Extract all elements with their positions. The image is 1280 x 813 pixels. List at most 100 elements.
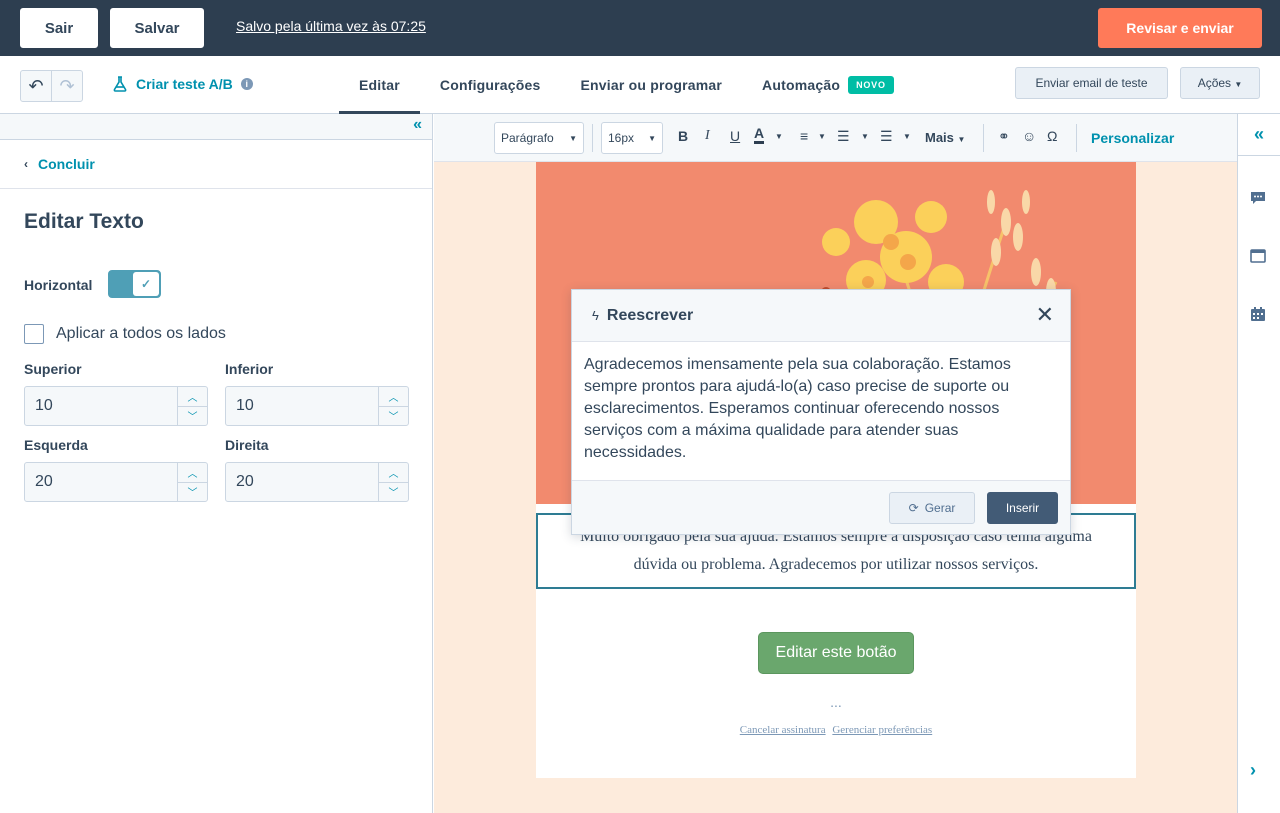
caret-down-icon[interactable]: ▼	[903, 132, 911, 141]
horizontal-toggle[interactable]: ✓	[108, 270, 161, 298]
apply-all-sides-label: Aplicar a todos os lados	[56, 325, 226, 342]
horizontal-label: Horizontal	[24, 277, 93, 293]
caret-down-icon[interactable]: ▼	[818, 132, 826, 141]
actions-dropdown-button[interactable]: Ações ▼	[1180, 67, 1260, 99]
panel-collapse-row: «	[0, 114, 432, 140]
emoji-icon[interactable]: ☺	[1022, 128, 1036, 144]
rewrite-dialog: ϟ Reescrever ✕ Agradecemos imensamente p…	[571, 289, 1071, 535]
tab-automation-label: Automação	[762, 77, 841, 93]
tab-settings[interactable]: Configurações	[420, 56, 561, 114]
panel-title: Editar Texto	[24, 210, 144, 233]
generate-button[interactable]: ⟳ Gerar	[889, 492, 975, 524]
bold-icon[interactable]: B	[678, 128, 688, 144]
left-padding-value[interactable]: 20	[25, 463, 177, 501]
rewrite-dialog-title: Reescrever	[606, 306, 694, 324]
browser-preview-icon[interactable]	[1250, 248, 1266, 264]
top-padding-input[interactable]: 10 ︿ ﹀	[24, 386, 208, 426]
top-bar: Sair Salvar Salvo pela última vez às 07:…	[0, 0, 1280, 56]
personalize-button[interactable]: Personalizar	[1091, 130, 1174, 146]
info-icon[interactable]: i	[240, 78, 253, 90]
caret-down-icon: ▼	[648, 133, 656, 143]
comment-icon[interactable]	[1250, 190, 1266, 206]
email-cta-button[interactable]: Editar este botão	[758, 632, 914, 674]
tab-send-schedule[interactable]: Enviar ou programar	[561, 56, 743, 114]
exit-button[interactable]: Sair	[20, 8, 98, 48]
more-menu[interactable]: Mais ▼	[925, 130, 965, 145]
caret-down-icon[interactable]: ▼	[861, 132, 869, 141]
toolbar-divider	[592, 124, 593, 152]
tab-automation[interactable]: Automação NOVO	[742, 56, 914, 114]
apply-all-sides-checkbox[interactable]	[24, 324, 44, 344]
rich-text-toolbar: Parágrafo ▼ 16px ▼ B I U A ▼ ≡ ▼ ☰ ▼ ☰ ▼ M…	[434, 114, 1237, 162]
left-padding-label: Esquerda	[24, 437, 88, 453]
left-padding-stepper: ︿ ﹀	[177, 463, 207, 501]
apply-all-sides-row: Aplicar a todos os lados	[24, 324, 226, 344]
link-icon[interactable]: ⚭	[998, 128, 1010, 145]
edit-text-panel: « ‹ Concluir Editar Texto Horizontal ✓ A…	[0, 114, 433, 813]
toolbar-divider	[983, 124, 984, 152]
bottom-padding-stepper: ︿ ﹀	[378, 387, 408, 425]
caret-down-icon[interactable]: ▼	[775, 132, 783, 141]
check-icon: ✓	[133, 272, 159, 296]
collapse-panel-icon[interactable]: «	[413, 116, 422, 134]
align-icon[interactable]: ≡	[800, 128, 808, 144]
done-label: Concluir	[38, 156, 95, 172]
actions-label: Ações	[1197, 76, 1232, 90]
caret-down-icon: ▼	[957, 135, 966, 144]
close-icon[interactable]: ✕	[1036, 304, 1054, 326]
ab-test-link[interactable]: Criar teste A/B i	[112, 76, 253, 92]
text-color-icon[interactable]: A	[754, 125, 765, 144]
generate-label: Gerar	[924, 501, 956, 515]
font-size-select[interactable]: 16px ▼	[601, 122, 663, 154]
numbered-list-icon[interactable]: ☰	[880, 128, 893, 145]
rewrite-dialog-header: ϟ Reescrever ✕	[572, 290, 1070, 342]
chevron-down-icon[interactable]: ﹀	[178, 407, 207, 426]
left-padding-input[interactable]: 20 ︿ ﹀	[24, 462, 208, 502]
save-button[interactable]: Salvar	[110, 8, 204, 48]
block-type-select[interactable]: Parágrafo ▼	[494, 122, 584, 154]
ab-test-label: Criar teste A/B	[136, 76, 233, 92]
rewrite-suggestion-text[interactable]: Agradecemos imensamente pela sua colabor…	[572, 342, 1070, 482]
chevron-up-icon[interactable]: ︿	[379, 463, 408, 483]
underline-icon[interactable]: U	[730, 128, 740, 144]
tab-edit[interactable]: Editar	[339, 56, 420, 114]
right-padding-label: Direita	[225, 437, 269, 453]
chevron-down-icon[interactable]: ﹀	[178, 483, 207, 502]
insert-button[interactable]: Inserir	[987, 492, 1058, 524]
undo-icon[interactable]: ↶	[21, 71, 52, 101]
caret-down-icon: ▼	[569, 133, 577, 143]
new-badge: NOVO	[848, 76, 894, 94]
bottom-padding-input[interactable]: 10 ︿ ﹀	[225, 386, 409, 426]
redo-icon[interactable]: ↷	[52, 71, 82, 101]
unsubscribe-link[interactable]: Cancelar assinatura	[740, 724, 826, 736]
bottom-padding-value[interactable]: 10	[226, 387, 378, 425]
ellipsis-text: ...	[830, 694, 842, 710]
editor-nav-bar: ↶ ↷ Criar teste A/B i Editar Configuraçõ…	[0, 56, 1280, 114]
chevron-up-icon[interactable]: ︿	[379, 387, 408, 407]
tab-send-schedule-label: Enviar ou programar	[580, 77, 723, 93]
chevron-down-icon[interactable]: ﹀	[379, 483, 408, 502]
expand-sidebar-icon[interactable]: «	[1238, 114, 1280, 156]
italic-icon[interactable]: I	[705, 128, 710, 144]
chevron-down-icon[interactable]: ﹀	[379, 407, 408, 426]
top-padding-value[interactable]: 10	[25, 387, 177, 425]
chevron-right-icon[interactable]: ›	[1250, 760, 1256, 781]
right-padding-input[interactable]: 20 ︿ ﹀	[225, 462, 409, 502]
manage-preferences-link[interactable]: Gerenciar preferências	[832, 724, 932, 736]
more-label: Mais	[925, 130, 954, 145]
calendar-icon[interactable]	[1250, 306, 1266, 322]
refresh-icon: ⟳	[908, 501, 919, 515]
block-type-value: Parágrafo	[501, 131, 554, 145]
chevron-up-icon[interactable]: ︿	[178, 387, 207, 407]
saved-status-link[interactable]: Salvo pela última vez às 07:25	[236, 18, 426, 34]
bulleted-list-icon[interactable]: ☰	[837, 128, 850, 145]
bottom-padding-label: Inferior	[225, 361, 274, 377]
review-and-send-button[interactable]: Revisar e enviar	[1098, 8, 1262, 48]
lightning-icon: ϟ	[592, 308, 599, 323]
special-character-icon[interactable]: Ω	[1047, 128, 1057, 144]
back-to-done-link[interactable]: ‹ Concluir	[0, 140, 432, 189]
send-test-email-button[interactable]: Enviar email de teste	[1015, 67, 1168, 99]
toolbar-divider	[1076, 124, 1077, 152]
chevron-up-icon[interactable]: ︿	[178, 463, 207, 483]
right-padding-value[interactable]: 20	[226, 463, 378, 501]
